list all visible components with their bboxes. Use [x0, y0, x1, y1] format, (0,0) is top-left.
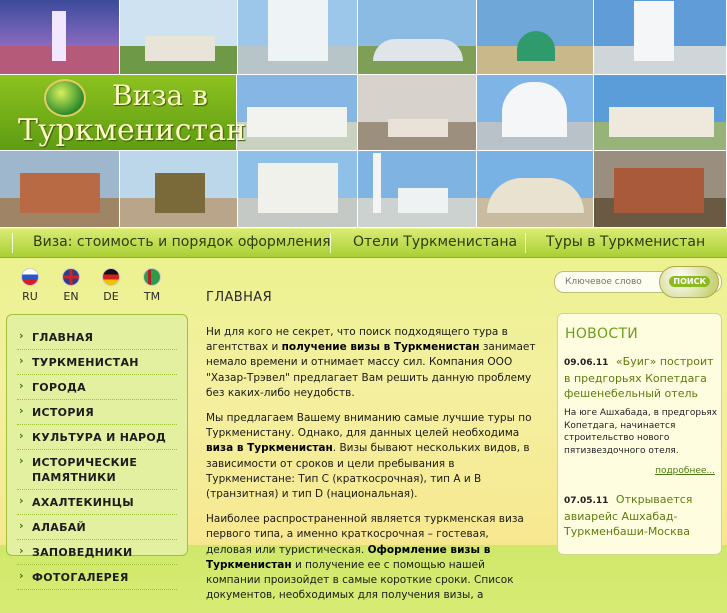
turkmenistan-flag-icon	[143, 268, 161, 286]
menu-item-alabai[interactable]: АЛАБАЙ	[17, 515, 177, 540]
nav-separator	[525, 233, 526, 253]
photo-park	[120, 0, 238, 75]
lang-ru[interactable]: RU	[15, 268, 45, 303]
header-photo-mosaic: Виза в Туркменистан	[0, 0, 727, 228]
nav-visa[interactable]: Виза: стоимость и порядок оформления	[33, 234, 331, 250]
news-title: НОВОСТИ	[565, 326, 639, 342]
news-item-2[interactable]: 07.05.11 Открывается авиарейс Ашхабад-Ту…	[564, 492, 718, 539]
news-summary: На юге Ашхабада, в предгорьях Копетдага,…	[564, 408, 718, 456]
photo-hotel	[477, 75, 594, 151]
photo-mosque	[477, 0, 594, 75]
nav-separator	[330, 233, 331, 253]
paragraph-3: Наиболее распространенной является туркм…	[206, 513, 524, 602]
photo-minaret	[358, 151, 477, 228]
top-navigation: Виза: стоимость и порядок оформления Оте…	[0, 229, 727, 258]
menu-item-cities[interactable]: ГОРОДА	[17, 375, 177, 400]
germany-flag-icon	[102, 268, 120, 286]
photo-apartments	[238, 151, 358, 228]
photo-fountain	[0, 0, 120, 75]
menu-item-akhalteke[interactable]: АХАЛТЕКИНЦЫ	[17, 490, 177, 515]
link-visa-get[interactable]: получение визы в Туркменистан	[282, 341, 480, 353]
nav-tours[interactable]: Туры в Туркменистан	[546, 234, 705, 250]
uk-flag-icon	[62, 268, 80, 286]
menu-item-gallery[interactable]: ФОТОГАЛЕРЕЯ	[17, 565, 177, 590]
photo-dome	[477, 151, 594, 228]
menu-item-monuments[interactable]: ИСТОРИЧЕСКИЕ ПАМЯТНИКИ	[17, 450, 177, 490]
news-item-1[interactable]: 09.06.11 «Буиг» построит в предгорьях Ко…	[564, 354, 718, 401]
menu-item-turkmenistan[interactable]: ТУРКМЕНИСТАН	[17, 350, 177, 375]
search-button[interactable]: ПОИСК	[659, 266, 719, 298]
news-date: 07.05.11	[564, 496, 609, 506]
link-visa[interactable]: виза в Туркменистан	[206, 442, 333, 454]
photo-building	[594, 75, 727, 151]
nav-hotels[interactable]: Отели Туркменистана	[353, 234, 517, 250]
page-title: ГЛАВНАЯ	[206, 290, 273, 305]
photo-square	[358, 75, 477, 151]
search-box: ПОИСК	[554, 266, 722, 298]
photo-hotel-evening	[594, 151, 727, 228]
site-logo[interactable]: Виза в Туркменистан	[0, 75, 246, 151]
lang-en[interactable]: EN	[56, 268, 86, 303]
photo-tower	[238, 0, 358, 75]
news-date: 09.06.11	[564, 358, 609, 368]
photo-stadium	[358, 0, 477, 75]
left-menu: ГЛАВНАЯ ТУРКМЕНИСТАН ГОРОДА ИСТОРИЯ КУЛЬ…	[6, 314, 188, 590]
menu-item-history[interactable]: ИСТОРИЯ	[17, 400, 177, 425]
emblem-icon	[44, 79, 86, 117]
photo-palace	[237, 75, 358, 151]
news-more-link[interactable]: подробнее...	[655, 466, 715, 476]
paragraph-2: Мы предлагаем Вашему вниманию самые лучш…	[206, 412, 532, 501]
news-panel: НОВОСТИ 09.06.11 «Буиг» построит в предг…	[557, 313, 722, 555]
paragraph-1: Ни для кого не секрет, что поиск подходя…	[206, 326, 536, 399]
search-input[interactable]	[563, 274, 667, 290]
search-button-label: ПОИСК	[669, 276, 710, 287]
logo-line1: Виза в	[112, 79, 208, 112]
russia-flag-icon	[21, 268, 39, 286]
lang-de[interactable]: DE	[96, 268, 126, 303]
menu-item-reserves[interactable]: ЗАПОВЕДНИКИ	[17, 540, 177, 565]
main-content: Ни для кого не секрет, что поиск подходя…	[206, 325, 536, 613]
photo-skyscraper	[594, 0, 727, 75]
logo-line2: Туркменистан	[18, 113, 246, 148]
lang-tm[interactable]: TM	[137, 268, 167, 303]
photo-monument	[120, 151, 238, 228]
nav-separator	[12, 233, 13, 253]
menu-item-culture[interactable]: КУЛЬТУРА И НАРОД	[17, 425, 177, 450]
menu-item-home[interactable]: ГЛАВНАЯ	[17, 325, 177, 350]
photo-mall	[0, 151, 120, 228]
